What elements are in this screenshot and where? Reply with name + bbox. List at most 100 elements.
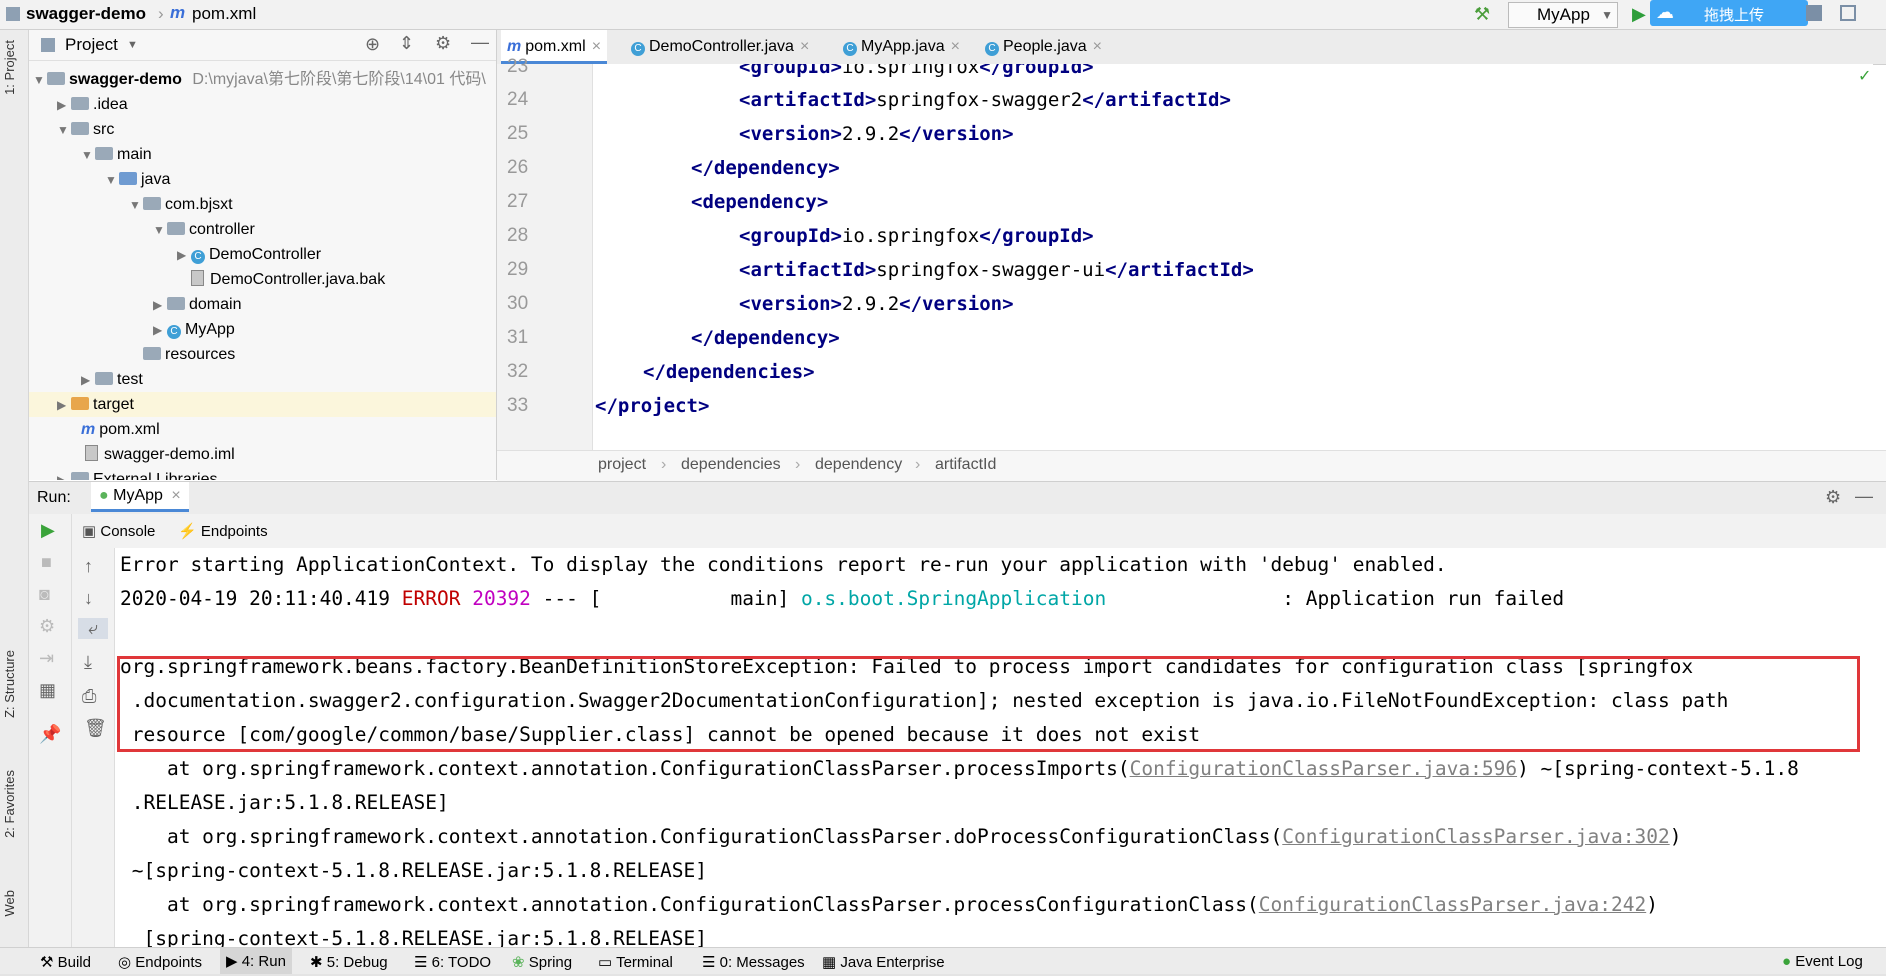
tab-event-log[interactable]: ● Event Log bbox=[1782, 953, 1863, 970]
tab-label: People.java bbox=[1003, 38, 1087, 55]
hammer-icon[interactable]: ⚒ bbox=[1474, 4, 1490, 25]
favorites-tool-tab[interactable]: 2: Favorites bbox=[2, 770, 17, 838]
tab-todo[interactable]: ☰ 6: TODO bbox=[414, 953, 491, 971]
tree-item-external-libraries[interactable]: ▶ External Libraries bbox=[57, 467, 218, 480]
gear-icon[interactable]: ⚙ bbox=[435, 33, 451, 54]
window-icon[interactable] bbox=[1840, 5, 1856, 21]
nav-project[interactable]: swagger-demo bbox=[26, 4, 146, 24]
tree-item-pom[interactable]: m pom.xml bbox=[81, 417, 160, 442]
stack-trace-link[interactable]: ConfigurationClassParser.java:596 bbox=[1130, 757, 1517, 780]
chevron-down-icon[interactable]: ▼ bbox=[127, 39, 138, 51]
tree-item-idea[interactable]: ▶ .idea bbox=[57, 92, 128, 117]
trash-icon[interactable]: 🗑 bbox=[84, 718, 107, 739]
tree-item-java[interactable]: ▼ java bbox=[105, 167, 170, 192]
run-tab-myapp[interactable]: ● MyApp × bbox=[91, 482, 189, 512]
tree-item-iml[interactable]: swagger-demo.iml bbox=[85, 442, 235, 467]
nav-separator: › bbox=[158, 4, 164, 23]
upload-button[interactable]: ☁ 拖拽上传 bbox=[1650, 0, 1808, 26]
tree-item-myapp[interactable]: ▶ C MyApp bbox=[153, 317, 235, 342]
close-icon[interactable]: × bbox=[800, 38, 809, 55]
project-panel: Project ▼ ⊕ ⇕ ⚙ — ▼ swagger-demo D:\myjav… bbox=[29, 30, 497, 480]
tree-item-package[interactable]: ▼ com.bjsxt bbox=[129, 192, 233, 217]
tab-endpoints[interactable]: ⚡ Endpoints bbox=[178, 522, 268, 540]
tree-item-domain[interactable]: ▶ domain bbox=[153, 292, 241, 317]
print-icon[interactable]: ⎙ bbox=[82, 686, 96, 707]
tree-item-main[interactable]: ▼ main bbox=[81, 142, 152, 167]
tree-item-target[interactable]: ▶ target bbox=[29, 392, 496, 417]
soft-wrap-icon[interactable]: ⤶ bbox=[78, 618, 108, 639]
gear-icon[interactable]: ⚙ bbox=[39, 616, 55, 637]
breadcrumb-item[interactable]: project bbox=[598, 456, 646, 474]
tree-root[interactable]: ▼ swagger-demo D:\myjava\第七阶段\第七阶段\14\01 … bbox=[33, 67, 486, 92]
stack-trace-link[interactable]: ConfigurationClassParser.java:242 bbox=[1259, 893, 1646, 916]
layout-icon[interactable]: ▦ bbox=[39, 680, 56, 701]
down-arrow-icon[interactable]: ↓ bbox=[84, 588, 93, 609]
project-panel-title[interactable]: Project bbox=[65, 35, 118, 55]
tree-item-democontroller[interactable]: ▶ C DemoController bbox=[177, 242, 321, 267]
minimize-icon[interactable]: — bbox=[1855, 486, 1873, 507]
tab-spring[interactable]: ❀ Spring bbox=[512, 953, 572, 971]
tab-myapp[interactable]: C MyApp.java × bbox=[837, 30, 966, 64]
chevron-down-icon: ▼ bbox=[1601, 8, 1613, 22]
list-icon: ☰ bbox=[414, 954, 428, 971]
close-icon[interactable]: × bbox=[592, 38, 601, 55]
project-tool-tab[interactable]: 1: Project bbox=[2, 40, 17, 95]
project-structure-icon[interactable] bbox=[1806, 5, 1822, 21]
tab-java-enterprise[interactable]: ▦ Java Enterprise bbox=[822, 953, 945, 971]
breadcrumb-item[interactable]: dependency bbox=[815, 456, 902, 474]
tab-endpoints-tool[interactable]: ◎ Endpoints bbox=[118, 953, 202, 971]
console-line: at org.springframework.context.annotatio… bbox=[120, 825, 1682, 848]
line-number: 23 bbox=[507, 56, 529, 77]
code-editor[interactable]: <groupId>io.springfox</groupId> <artifac… bbox=[593, 64, 1873, 450]
collapse-all-icon[interactable]: ⇕ bbox=[399, 33, 414, 54]
tab-messages[interactable]: ☰ 0: Messages bbox=[702, 953, 805, 971]
breadcrumb-item[interactable]: artifactId bbox=[935, 456, 996, 474]
chevron-right-icon: ▶ bbox=[57, 98, 67, 112]
camera-icon[interactable]: ◙ bbox=[39, 584, 50, 605]
stack-trace-link[interactable]: ConfigurationClassParser.java:302 bbox=[1282, 825, 1669, 848]
tree-item-label: domain bbox=[189, 296, 242, 313]
close-icon[interactable]: × bbox=[1093, 38, 1102, 55]
code-line: </dependency> bbox=[691, 157, 840, 179]
tree-item-resources[interactable]: resources bbox=[129, 342, 235, 367]
project-folder-icon bbox=[6, 7, 20, 21]
bottom-tool-bar: ⚒ Build ◎ Endpoints ▶ 4: Run ✱ 5: Debug … bbox=[0, 947, 1886, 975]
tree-item-src[interactable]: ▼ src bbox=[57, 117, 114, 142]
tree-item-controller[interactable]: ▼ controller bbox=[153, 217, 255, 242]
console-line: at org.springframework.context.annotatio… bbox=[120, 893, 1658, 916]
web-tool-tab[interactable]: Web bbox=[2, 890, 17, 917]
run-icon[interactable]: ▶ bbox=[1632, 4, 1646, 25]
console-icon: ▣ bbox=[82, 523, 97, 540]
tab-debug[interactable]: ✱ 5: Debug bbox=[310, 953, 388, 971]
tree-item-test[interactable]: ▶ test bbox=[81, 367, 143, 392]
scroll-to-end-icon[interactable]: ⤓ bbox=[84, 652, 92, 673]
class-icon: C bbox=[191, 250, 205, 264]
tab-run[interactable]: ▶ 4: Run bbox=[220, 948, 292, 975]
terminal-icon: ▭ bbox=[598, 954, 613, 971]
minimize-icon[interactable]: — bbox=[471, 32, 489, 53]
gear-icon[interactable]: ⚙ bbox=[1825, 487, 1841, 508]
event-log-icon: ● bbox=[1782, 953, 1792, 970]
tree-item-label: com.bjsxt bbox=[165, 196, 233, 213]
endpoints-icon: ◎ bbox=[118, 954, 132, 971]
up-arrow-icon[interactable]: ↑ bbox=[84, 556, 93, 577]
tree-item-label: test bbox=[117, 371, 143, 388]
breadcrumb-item[interactable]: dependencies bbox=[681, 456, 781, 474]
pin-icon[interactable]: 📌 bbox=[39, 724, 61, 745]
run-config-select[interactable]: MyApp ▼ bbox=[1508, 2, 1618, 28]
tab-democontroller[interactable]: C DemoController.java × bbox=[625, 30, 815, 64]
tab-people[interactable]: C People.java × bbox=[979, 30, 1108, 64]
tab-build[interactable]: ⚒ Build bbox=[40, 953, 91, 971]
structure-tool-tab[interactable]: Z: Structure bbox=[2, 650, 17, 718]
tab-terminal[interactable]: ▭ Terminal bbox=[598, 953, 673, 971]
stop-icon[interactable]: ■ bbox=[41, 552, 52, 573]
locate-icon[interactable]: ⊕ bbox=[365, 34, 380, 55]
exit-icon[interactable]: ⇥ bbox=[39, 648, 54, 669]
rerun-icon[interactable]: ▶ bbox=[41, 520, 55, 541]
close-icon[interactable]: × bbox=[171, 487, 180, 504]
tree-item-bak[interactable]: DemoController.java.bak bbox=[191, 267, 385, 292]
close-icon[interactable]: × bbox=[951, 38, 960, 55]
nav-file[interactable]: pom.xml bbox=[192, 4, 256, 24]
checkmark-icon: ✓ bbox=[1858, 68, 1872, 85]
tab-console[interactable]: ▣ Console bbox=[82, 522, 155, 540]
